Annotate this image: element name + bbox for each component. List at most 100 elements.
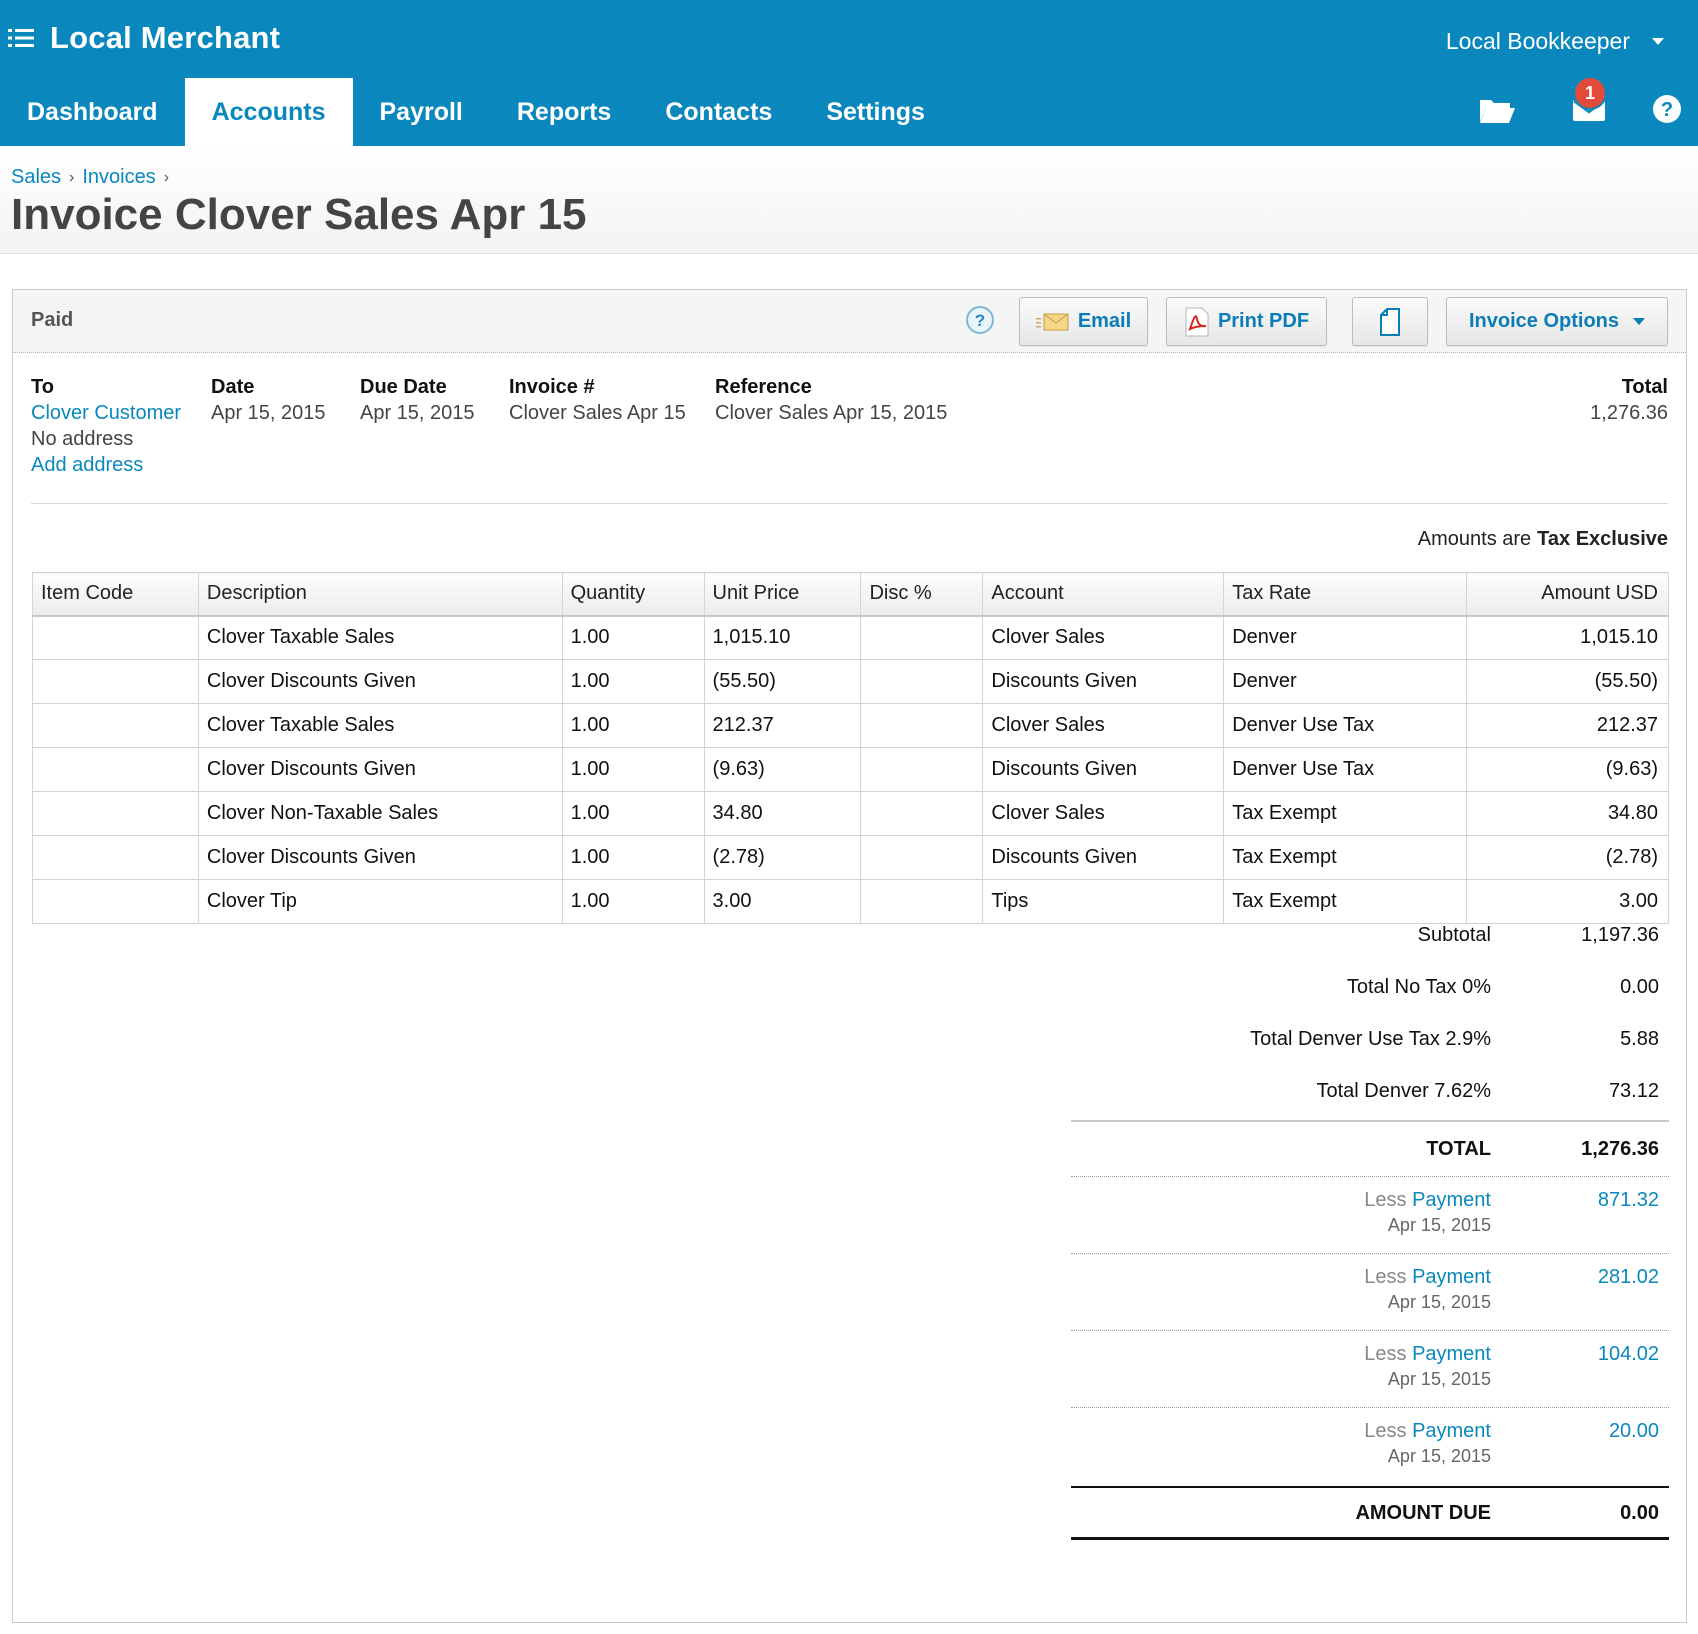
table-header-row: Item Code Description Quantity Unit Pric… — [32, 572, 1669, 617]
payment-label: Less Payment — [1364, 1343, 1491, 1366]
grand-total-row: TOTAL 1,276.36 — [1071, 1120, 1669, 1176]
tab-settings[interactable]: Settings — [799, 78, 952, 146]
line-items-body: Clover Taxable Sales 1.00 1,015.10 Clover S… — [32, 615, 1669, 924]
quantity-cell: 1.00 — [561, 835, 705, 880]
add-address-link[interactable]: Add address — [31, 452, 181, 478]
meta-date: Date Apr 15, 2015 — [211, 374, 326, 426]
payment-link[interactable]: Payment — [1412, 1189, 1491, 1211]
invoice-options-button[interactable]: Invoice Options — [1446, 297, 1668, 346]
org-name: Local Merchant — [50, 20, 281, 55]
chevron-right-icon: › — [163, 168, 170, 186]
table-row[interactable]: Clover Taxable Sales 1.00 1,015.10 Clover S… — [32, 615, 1669, 660]
quantity-cell: 1.00 — [561, 879, 705, 924]
tax-mode-label: Amounts are — [1417, 528, 1532, 550]
quantity-cell: 1.00 — [561, 747, 705, 792]
tab-reports[interactable]: Reports — [490, 78, 638, 146]
table-row[interactable]: Clover Non-Taxable Sales 1.00 34.80 Clover … — [32, 791, 1669, 836]
tax-row: Total Denver 7.62% 73.12 — [1071, 1066, 1669, 1118]
description-cell: Clover Discounts Given — [197, 747, 563, 792]
amount-cell: (2.78) — [1466, 835, 1669, 880]
item-code-cell — [32, 835, 199, 880]
folder-icon[interactable] — [1478, 94, 1516, 126]
amount-cell: 1,015.10 — [1466, 615, 1669, 660]
tax-row: Total No Tax 0% 0.00 — [1071, 962, 1669, 1014]
quantity-cell: 1.00 — [561, 703, 705, 748]
amount-cell: (55.50) — [1466, 659, 1669, 704]
payment-date: Apr 15, 2015 — [1387, 1446, 1491, 1466]
table-row[interactable]: Clover Discounts Given 1.00 (55.50) Discoun… — [32, 659, 1669, 704]
less-text: Less — [1364, 1266, 1407, 1288]
org-switcher[interactable]: Local Merchant — [8, 20, 280, 56]
tab-payroll[interactable]: Payroll — [353, 78, 490, 146]
breadcrumb: Sales › Invoices › — [11, 166, 177, 189]
quantity-cell: 1.00 — [561, 659, 705, 704]
question-icon[interactable]: ? — [965, 305, 995, 335]
discount-cell — [860, 879, 984, 924]
payment-row: Less Payment Apr 15, 2015 281.02 — [1071, 1253, 1669, 1330]
subtotal-row: Subtotal 1,197.36 — [1071, 910, 1669, 962]
reference-value: Clover Sales Apr 15, 2015 — [715, 402, 948, 424]
totals-section: Subtotal 1,197.36 Total No Tax 0% 0.00 T… — [1071, 910, 1669, 1540]
description-cell: Clover Taxable Sales — [197, 615, 563, 660]
date-value: Apr 15, 2015 — [211, 402, 326, 424]
column-header: Account — [982, 572, 1225, 617]
table-row[interactable]: Clover Taxable Sales 1.00 212.37 Clover Sal… — [32, 703, 1669, 748]
table-row[interactable]: Clover Discounts Given 1.00 (9.63) Discount… — [32, 747, 1669, 792]
payment-row: Less Payment Apr 15, 2015 20.00 — [1071, 1407, 1669, 1484]
column-header: Amount USD — [1466, 572, 1669, 617]
payment-amount-link[interactable]: 104.02 — [1598, 1343, 1659, 1366]
amount-cell: 212.37 — [1466, 703, 1669, 748]
account-cell: Discounts Given — [982, 659, 1225, 704]
column-header: Disc % — [860, 572, 984, 617]
payment-link[interactable]: Payment — [1412, 1343, 1491, 1365]
payment-amount-link[interactable]: 281.02 — [1598, 1266, 1659, 1289]
breadcrumb-invoices[interactable]: Invoices — [82, 166, 155, 189]
help-icon[interactable]: ? — [1652, 94, 1682, 124]
payment-label: Less Payment — [1364, 1266, 1491, 1289]
invoice-number-label: Invoice # — [509, 376, 595, 398]
copy-button[interactable] — [1352, 297, 1428, 346]
total-value: 1,276.36 — [1590, 402, 1668, 424]
tab-contacts[interactable]: Contacts — [638, 78, 799, 146]
payment-date: Apr 15, 2015 — [1387, 1215, 1491, 1235]
envelope-icon — [1035, 313, 1069, 330]
tax-rate-cell: Denver — [1223, 615, 1468, 660]
top-header: Local Merchant Local Bookkeeper Dashboar… — [0, 0, 1698, 146]
item-code-cell — [32, 703, 199, 748]
customer-link[interactable]: Clover Customer — [31, 400, 181, 426]
less-text: Less — [1364, 1420, 1407, 1442]
subtotal-label: Subtotal — [1417, 924, 1491, 946]
email-button[interactable]: Email — [1019, 297, 1148, 346]
reference-label: Reference — [715, 376, 812, 398]
account-cell: Clover Sales — [982, 703, 1225, 748]
table-row[interactable]: Clover Discounts Given 1.00 (2.78) Discount… — [32, 835, 1669, 880]
unit-price-cell: 212.37 — [703, 703, 862, 748]
payment-amount-link[interactable]: 20.00 — [1609, 1420, 1659, 1443]
chevron-down-icon — [1633, 318, 1646, 325]
payment-amount-link[interactable]: 871.32 — [1598, 1189, 1659, 1212]
subtotal-value: 1,197.36 — [1581, 924, 1659, 946]
tax-rate-cell: Tax Exempt — [1223, 791, 1468, 836]
payment-link[interactable]: Payment — [1412, 1266, 1491, 1288]
meta-invoice-number: Invoice # Clover Sales Apr 15 — [509, 374, 686, 426]
breadcrumb-sales[interactable]: Sales — [11, 166, 61, 189]
amount-due-row: AMOUNT DUE 0.00 — [1071, 1486, 1669, 1540]
tab-dashboard[interactable]: Dashboard — [0, 78, 185, 146]
svg-text:?: ? — [1661, 99, 1673, 121]
item-code-cell — [32, 615, 199, 660]
tax-rate-cell: Denver Use Tax — [1223, 747, 1468, 792]
divider — [31, 503, 1668, 504]
customer-address: No address — [31, 428, 134, 450]
line-items-table: Item Code Description Quantity Unit Pric… — [32, 572, 1669, 924]
print-pdf-button[interactable]: Print PDF — [1166, 297, 1327, 346]
tab-accounts[interactable]: Accounts — [184, 78, 353, 146]
payment-date: Apr 15, 2015 — [1387, 1292, 1491, 1312]
quantity-cell: 1.00 — [561, 791, 705, 836]
notification-badge[interactable]: 1 — [1573, 76, 1607, 110]
unit-price-cell: 1,015.10 — [703, 615, 862, 660]
account-cell: Clover Sales — [982, 615, 1225, 660]
user-menu[interactable]: Local Bookkeeper — [1446, 28, 1664, 55]
chevron-right-icon: › — [69, 168, 75, 186]
quantity-cell: 1.00 — [561, 615, 705, 660]
payment-link[interactable]: Payment — [1412, 1420, 1491, 1442]
